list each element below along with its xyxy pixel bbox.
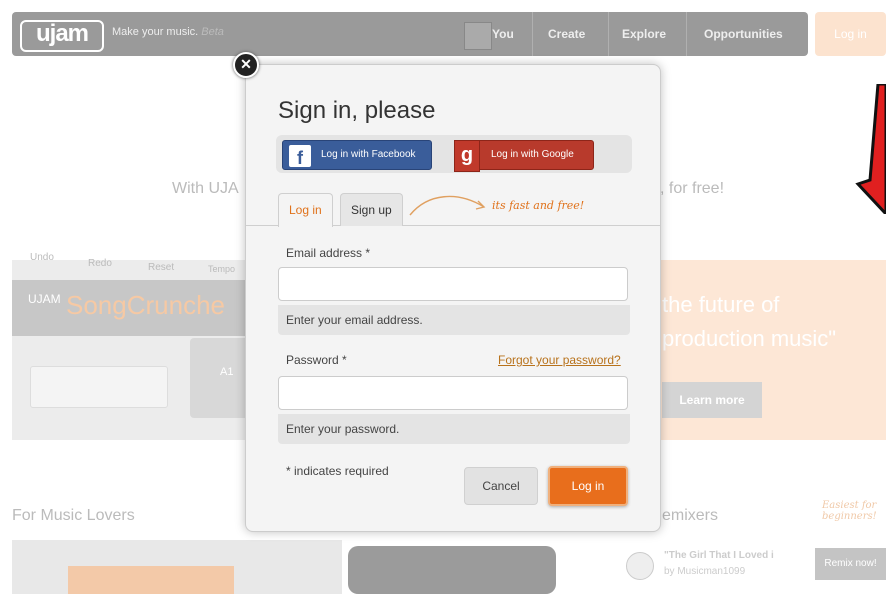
dialog-title: Sign in, please — [278, 97, 436, 124]
forgot-password-link[interactable]: Forgot your password? — [498, 353, 621, 367]
tempo-button[interactable]: Tempo — [208, 264, 235, 274]
product-name: SongCrunche — [66, 290, 225, 320]
facebook-icon: f — [289, 145, 311, 168]
facebook-login-button[interactable]: f Log in with Facebook — [282, 140, 432, 170]
section-remixers: emixers — [662, 507, 719, 524]
track-title[interactable]: "The Girl That I Loved i — [664, 550, 774, 561]
password-label: Password * — [286, 353, 347, 367]
cancel-button[interactable]: Cancel — [464, 467, 538, 505]
email-field[interactable] — [278, 267, 628, 301]
nav-explore[interactable]: Explore — [622, 12, 666, 56]
tab-signup[interactable]: Sign up — [340, 193, 403, 226]
nav-divider — [608, 12, 609, 56]
easiest-note: Easiest for beginners! — [822, 500, 877, 522]
avatar[interactable] — [464, 22, 492, 50]
transport-controls[interactable] — [30, 366, 168, 408]
close-icon[interactable]: ✕ — [233, 52, 259, 78]
phones-image — [348, 546, 556, 594]
red-arrow-graphic — [855, 84, 886, 214]
login-button[interactable]: Log in — [548, 466, 628, 506]
pad-label: A1 — [220, 366, 234, 378]
nav-divider — [686, 12, 687, 56]
lovers-image — [68, 566, 234, 594]
google-login-button[interactable]: g Log in with Google — [454, 140, 594, 172]
nav-you[interactable]: You — [492, 12, 514, 56]
section-for-music-lovers: For Music Lovers — [12, 507, 135, 524]
tab-login[interactable]: Log in — [278, 193, 333, 227]
google-login-label: Log in with Google — [491, 149, 574, 160]
top-nav: ujam Make your music. Beta You Create Ex… — [12, 12, 808, 56]
headline-right: , for free! — [660, 180, 725, 197]
facebook-login-label: Log in with Facebook — [321, 149, 416, 160]
product-prefix: UJAM — [28, 292, 61, 306]
hand-drawn-arrow-icon — [409, 195, 486, 216]
reset-button[interactable]: Reset — [148, 262, 174, 273]
email-label: Email address * — [286, 246, 371, 260]
google-icon: g — [454, 140, 480, 172]
password-hint: Enter your password. — [278, 414, 630, 444]
nav-opportunities[interactable]: Opportunities — [704, 12, 783, 56]
email-hint: Enter your email address. — [278, 305, 630, 335]
pad[interactable] — [190, 338, 250, 418]
redo-button[interactable]: Redo — [88, 258, 112, 269]
undo-button[interactable]: Undo — [30, 252, 54, 263]
play-icon[interactable] — [626, 552, 654, 580]
nav-create[interactable]: Create — [548, 12, 585, 56]
nav-divider — [532, 12, 533, 56]
required-note: * indicates required — [286, 464, 389, 478]
top-login-button[interactable]: Log in — [815, 12, 886, 56]
promo-line1: the future of — [662, 292, 780, 317]
tagline: Make your music. Beta — [112, 26, 224, 38]
learn-more-button[interactable]: Learn more — [662, 382, 762, 418]
sign-in-dialog: Sign in, please f Log in with Facebook g… — [245, 64, 661, 532]
track-artist: by Musicman1099 — [664, 566, 746, 577]
password-field[interactable] — [278, 376, 628, 410]
site-logo[interactable]: ujam — [20, 20, 104, 52]
fast-and-free-note: its fast and free! — [492, 199, 585, 212]
promo-line2: production music" — [662, 326, 837, 351]
remix-now-button[interactable]: Remix now! — [815, 548, 886, 580]
headline-left: With UJA — [172, 180, 239, 197]
